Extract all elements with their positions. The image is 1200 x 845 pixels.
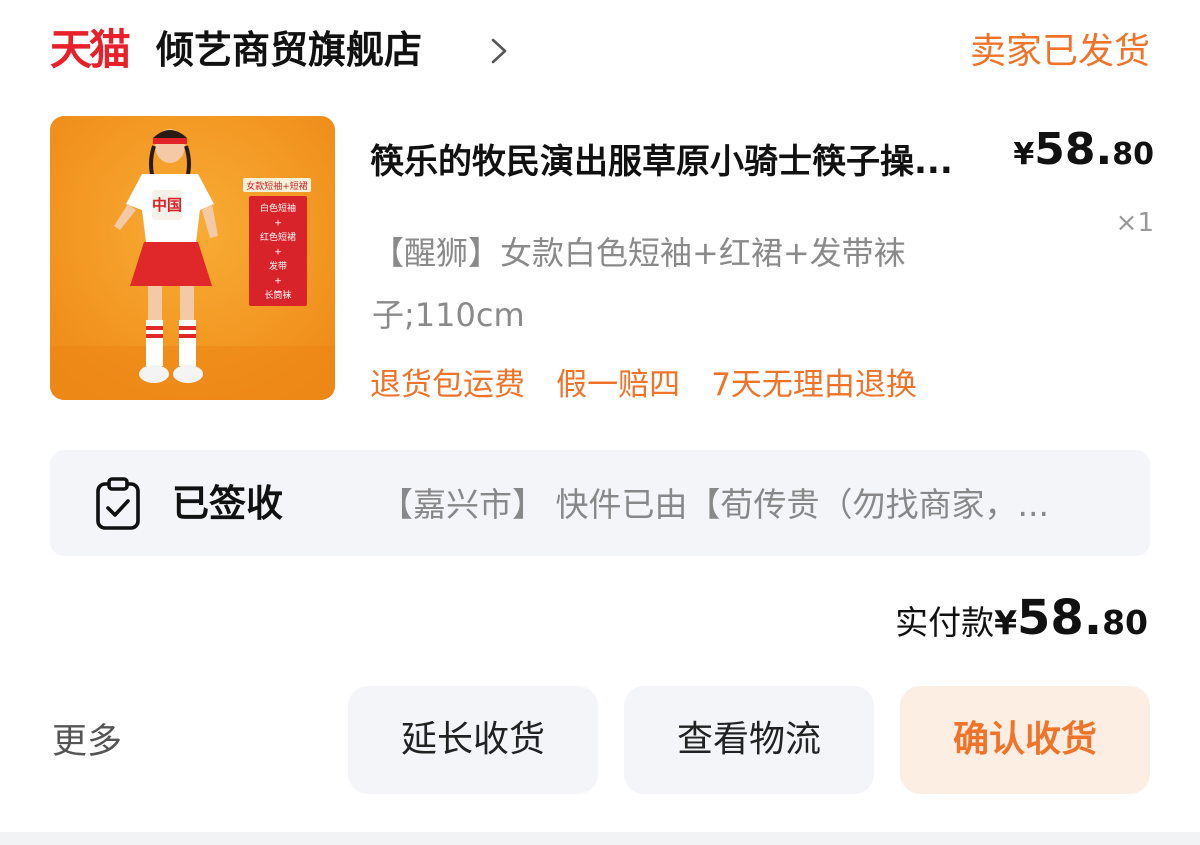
image-label: 红色短裙: [260, 231, 296, 243]
order-status: 卖家已发货: [969, 31, 1150, 72]
price-currency: ¥: [1013, 137, 1035, 172]
view-logistics-button[interactable]: 查看物流: [624, 686, 874, 794]
service-tag-fake-compensation[interactable]: 假一赔四: [556, 362, 680, 408]
total-paid: 实付款¥58.80: [895, 590, 1148, 646]
total-decimal: 80: [1102, 603, 1148, 642]
shirt-print-text: 中国: [152, 196, 182, 214]
image-label: 发带: [269, 260, 287, 272]
image-label: +: [274, 277, 282, 287]
product-title[interactable]: 筷乐的牧民演出服草原小骑士筷子操...: [370, 138, 1000, 186]
price-integer: 58.: [1034, 124, 1113, 175]
price-decimal: 80: [1112, 137, 1154, 172]
product-image[interactable]: 中国 女款短袖+短裙 白色短袖 + 红色短裙 + 发带 + 长筒袜: [50, 116, 335, 400]
bottom-divider: [0, 832, 1200, 845]
chevron-right-icon[interactable]: [490, 38, 508, 64]
order-header: 天猫 倾艺商贸旗舰店 卖家已发货: [50, 22, 1150, 78]
image-label: 白色短袖: [260, 202, 296, 214]
product-photo: 中国 女款短袖+短裙 白色短袖 + 红色短裙 + 发带 + 长筒袜: [50, 116, 335, 400]
total-label: 实付款: [895, 603, 995, 642]
clipboard-check-icon: [96, 477, 140, 530]
service-tag-7day-return[interactable]: 7天无理由退换: [711, 362, 917, 408]
total-currency: ¥: [994, 603, 1018, 642]
image-label: 长筒袜: [264, 289, 291, 301]
sku-line: 子;110cm: [372, 296, 525, 334]
logistics-status: 已签收: [172, 482, 283, 525]
service-tags: 退货包运费 假一赔四 7天无理由退换: [370, 362, 943, 408]
more-button[interactable]: 更多: [52, 718, 122, 766]
sku-line: 【醒狮】女款白色短袖+红裙+发带袜: [372, 234, 906, 272]
confirm-receipt-button[interactable]: 确认收货: [900, 686, 1150, 794]
extend-receipt-button[interactable]: 延长收货: [348, 686, 598, 794]
logistics-detail: 【嘉兴市】 快件已由【荀传贵（勿找商家，...: [380, 485, 1049, 524]
unit-price: ¥58.80: [1013, 124, 1154, 175]
image-label: +: [274, 219, 282, 229]
sku-spec: 【醒狮】女款白色短袖+红裙+发带袜 子;110cm: [372, 222, 972, 346]
logistics-panel[interactable]: 已签收 【嘉兴市】 快件已由【荀传贵（勿找商家，...: [50, 450, 1150, 556]
quantity: ×1: [1115, 208, 1154, 238]
tmall-logo[interactable]: 天猫: [50, 26, 131, 74]
total-integer: 58.: [1017, 590, 1103, 646]
order-card: 天猫 倾艺商贸旗舰店 卖家已发货 中国 女款短袖+短裙 白色短袖 + 红色短裙 …: [0, 0, 1200, 845]
image-caption: 女款短袖+短裙: [246, 180, 308, 192]
store-name-link[interactable]: 倾艺商贸旗舰店: [156, 26, 422, 74]
service-tag-return-shipping[interactable]: 退货包运费: [370, 362, 525, 408]
image-label: +: [274, 248, 282, 258]
